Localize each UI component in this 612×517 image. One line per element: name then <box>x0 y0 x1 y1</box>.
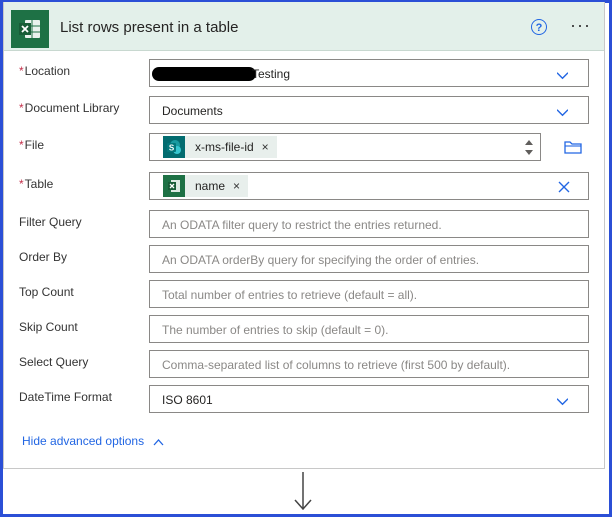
skip-count-placeholder: The number of entries to skip (default =… <box>162 323 389 337</box>
document-library-label-text: Document Library <box>24 101 120 115</box>
filter-query-label: Filter Query <box>19 215 82 229</box>
close-icon[interactable]: × <box>262 140 269 154</box>
close-icon[interactable]: × <box>233 179 240 193</box>
required-marker: * <box>19 177 24 191</box>
location-dropdown[interactable]: Testing <box>149 59 589 87</box>
table-token[interactable]: name × <box>163 175 249 197</box>
spin-up-icon[interactable] <box>524 138 534 146</box>
file-token[interactable]: S x-ms-file-id × <box>163 136 277 158</box>
file-label: *File <box>19 138 44 152</box>
sharepoint-icon: S <box>163 136 185 158</box>
select-query-label: Select Query <box>19 355 89 369</box>
spin-down-icon[interactable] <box>524 149 534 157</box>
chevron-up-icon <box>153 438 164 446</box>
order-by-input[interactable]: An ODATA orderBy query for specifying th… <box>149 245 589 273</box>
excel-icon <box>11 10 49 48</box>
file-token-label: x-ms-file-id <box>195 140 254 154</box>
order-by-placeholder: An ODATA orderBy query for specifying th… <box>162 253 480 267</box>
hide-advanced-options-link[interactable]: Hide advanced options <box>22 434 164 448</box>
datetime-format-dropdown[interactable]: ISO 8601 <box>149 385 589 413</box>
top-count-input[interactable]: Total number of entries to retrieve (def… <box>149 280 589 308</box>
more-options-icon[interactable]: ··· <box>570 15 591 36</box>
chevron-down-icon[interactable] <box>557 70 568 81</box>
datetime-format-label: DateTime Format <box>19 390 112 404</box>
skip-count-label: Skip Count <box>19 320 78 334</box>
datetime-format-value: ISO 8601 <box>162 393 213 407</box>
skip-count-input[interactable]: The number of entries to skip (default =… <box>149 315 589 343</box>
excel-icon <box>163 175 185 197</box>
chevron-down-icon[interactable] <box>557 107 568 118</box>
required-marker: * <box>19 138 24 152</box>
required-marker: * <box>19 64 24 78</box>
table-label-text: Table <box>24 177 54 191</box>
svg-text:S: S <box>169 144 175 153</box>
chevron-down-icon[interactable] <box>557 396 568 407</box>
hide-advanced-options-label: Hide advanced options <box>22 434 145 448</box>
document-library-label: *Document Library <box>19 101 119 115</box>
action-card: List rows present in a table ? ··· *Loca… <box>3 2 605 469</box>
location-label-text: Location <box>24 64 71 78</box>
filter-query-input[interactable]: An ODATA filter query to restrict the en… <box>149 210 589 238</box>
help-icon[interactable]: ? <box>531 19 547 35</box>
location-value: Testing <box>252 67 291 81</box>
arrow-down-icon <box>294 472 312 511</box>
redacted-block <box>152 67 256 81</box>
table-label: *Table <box>19 177 53 191</box>
select-query-input[interactable]: Comma-separated list of columns to retri… <box>149 350 589 378</box>
action-title: List rows present in a table <box>60 19 239 36</box>
table-input[interactable]: name × <box>149 172 589 200</box>
folder-icon[interactable] <box>564 139 582 155</box>
order-by-label: Order By <box>19 250 68 264</box>
required-marker: * <box>19 101 24 115</box>
document-library-dropdown[interactable]: Documents <box>149 96 589 124</box>
file-label-text: File <box>24 138 45 152</box>
top-count-label: Top Count <box>19 285 74 299</box>
file-input[interactable]: S x-ms-file-id × <box>149 133 541 161</box>
clear-icon[interactable] <box>558 181 570 193</box>
location-label: *Location <box>19 64 70 78</box>
document-library-value: Documents <box>162 104 223 118</box>
action-header[interactable]: List rows present in a table ? ··· <box>4 2 604 51</box>
filter-query-placeholder: An ODATA filter query to restrict the en… <box>162 218 442 232</box>
table-token-label: name <box>195 179 226 193</box>
top-count-placeholder: Total number of entries to retrieve (def… <box>162 288 418 302</box>
select-query-placeholder: Comma-separated list of columns to retri… <box>162 358 511 372</box>
